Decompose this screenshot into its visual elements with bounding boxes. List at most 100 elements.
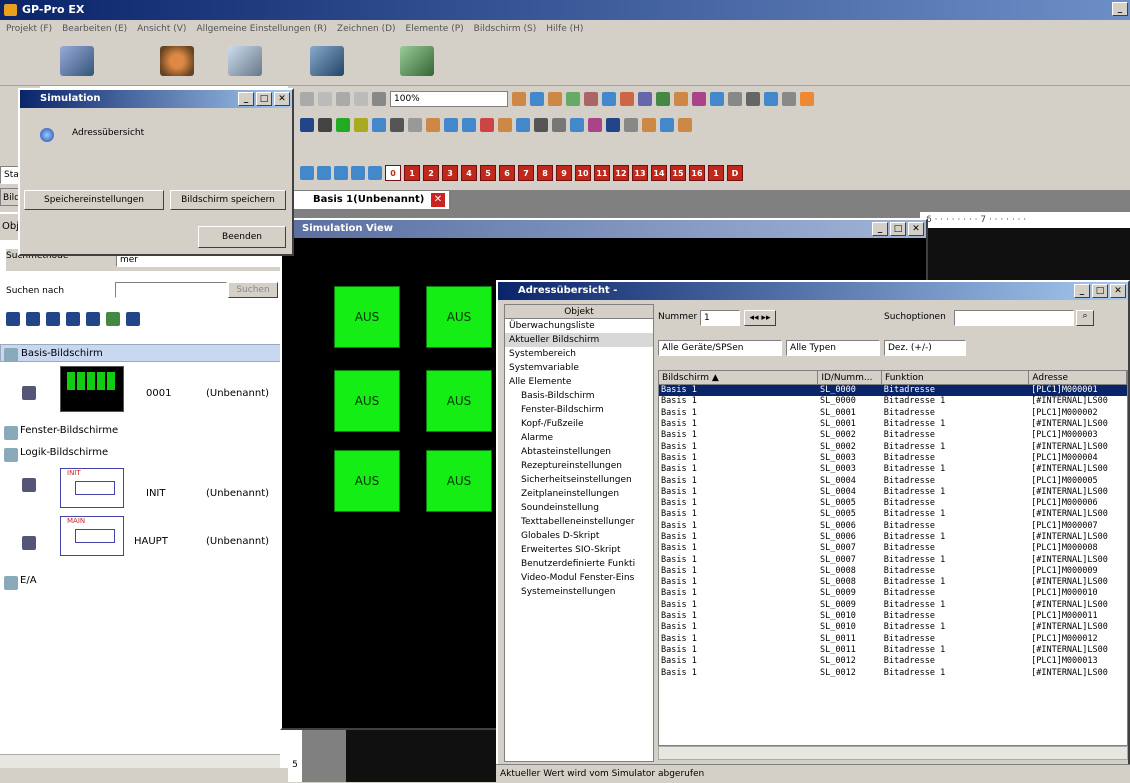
undo-icon[interactable] (354, 92, 368, 106)
menu-item[interactable]: Allgemeine Einstellungen (R) (196, 20, 326, 38)
type-filter-select[interactable]: Alle Typen (786, 340, 880, 356)
parts-icon[interactable] (552, 118, 566, 132)
bottom-tabs[interactable] (0, 768, 288, 782)
table-row[interactable]: Basis 1 SL_0002 Bitadresse 1 [#INTERNAL]LS0… (659, 441, 1127, 452)
parts-icon[interactable] (570, 118, 584, 132)
object-list-item[interactable]: Kopf-/Fußzeile (505, 417, 653, 431)
draw-tool-icon[interactable] (674, 92, 688, 106)
parts-icon[interactable] (444, 118, 458, 132)
search-button[interactable]: Suchen (228, 282, 278, 298)
object-list-item[interactable]: Basis-Bildschirm (505, 389, 653, 403)
draw-tool-icon[interactable] (746, 92, 760, 106)
object-list-item[interactable]: Alarme (505, 431, 653, 445)
nummer-input[interactable]: 1 (700, 310, 740, 326)
draw-tool-icon[interactable] (692, 92, 706, 106)
object-list-item[interactable]: Systemeinstellungen (505, 585, 653, 599)
object-list-item[interactable]: Zeitplaneinstellungen (505, 487, 653, 501)
minimize-button[interactable]: _ (1074, 284, 1090, 298)
menu-item[interactable]: Zeichnen (D) (337, 20, 396, 38)
aus-switch[interactable]: AUS (426, 370, 492, 432)
screen-number-button[interactable]: 8 (537, 165, 553, 181)
draw-tool-icon[interactable] (602, 92, 616, 106)
draw-tool-icon[interactable] (710, 92, 724, 106)
table-row[interactable]: Basis 1 SL_0005 Bitadresse 1 [#INTERNAL]LS0… (659, 509, 1127, 520)
tree-basis[interactable]: Basis-Bildschirm (0, 344, 288, 362)
draw-tool-icon[interactable] (620, 92, 634, 106)
parts-icon[interactable] (642, 118, 656, 132)
transfer-icon[interactable] (310, 46, 344, 76)
screen-number-button[interactable]: 0 (385, 165, 401, 181)
table-row[interactable]: Basis 1 SL_0005 Bitadresse [PLC1]M000006 (659, 498, 1127, 509)
table-horizontal-scrollbar[interactable] (658, 746, 1128, 760)
parts-icon[interactable] (624, 118, 638, 132)
parts-icon[interactable] (498, 118, 512, 132)
screen-number-button[interactable]: 1 (404, 165, 420, 181)
aus-switch[interactable]: AUS (334, 370, 400, 432)
tree-fenster[interactable]: Fenster-Bildschirme (0, 422, 118, 440)
canvas-editor[interactable] (928, 228, 1130, 288)
paint-icon[interactable] (160, 46, 194, 76)
table-row[interactable]: Basis 1 SL_0002 Bitadresse [PLC1]M000003 (659, 430, 1127, 441)
table-row[interactable]: Basis 1 SL_0008 Bitadresse [PLC1]M000009 (659, 566, 1127, 577)
table-row[interactable]: Basis 1 SL_0011 Bitadresse 1 [#INTERNAL]LS0… (659, 645, 1127, 656)
table-row[interactable]: Basis 1 SL_0012 Bitadresse 1 [#INTERNAL]LS0… (659, 667, 1127, 678)
object-list-item[interactable]: Aktueller Bildschirm (505, 333, 653, 347)
object-list-item[interactable]: Überwachungsliste (505, 319, 653, 333)
screen-icon[interactable] (334, 166, 348, 180)
table-row[interactable]: Basis 1 SL_0000 Bitadresse [PLC1]M000001 (659, 385, 1127, 397)
draw-tool-icon[interactable] (638, 92, 652, 106)
aus-switch[interactable]: AUS (426, 450, 492, 512)
screen-number-button[interactable]: 6 (499, 165, 515, 181)
document-tab[interactable]: Basis 1(Unbenannt) ✕ (292, 190, 450, 210)
aus-switch[interactable]: AUS (426, 286, 492, 348)
menu-item[interactable]: Bildschirm (S) (474, 20, 537, 38)
table-row[interactable]: Basis 1 SL_0004 Bitadresse [PLC1]M000005 (659, 475, 1127, 486)
screen-icon[interactable] (351, 166, 365, 180)
draw-tool-icon[interactable] (566, 92, 580, 106)
table-row[interactable]: Basis 1 SL_0000 Bitadresse 1 [#INTERNAL]LS0… (659, 396, 1127, 407)
table-row[interactable]: Basis 1 SL_0004 Bitadresse 1 [#INTERNAL]LS0… (659, 487, 1127, 498)
object-list-item[interactable]: Sicherheitseinstellungen (505, 473, 653, 487)
column-header[interactable]: Bildschirm ▲ (659, 371, 819, 384)
menu-item[interactable]: Ansicht (V) (137, 20, 186, 38)
simulation-icon[interactable] (400, 46, 434, 76)
parts-icon[interactable] (606, 118, 620, 132)
memory-settings-button[interactable]: Speichereinstellungen (24, 190, 164, 210)
zoom-select[interactable]: 100% (390, 91, 508, 107)
screen-number-button[interactable]: 3 (442, 165, 458, 181)
duplicate-icon[interactable] (46, 312, 60, 326)
screen-number-button[interactable]: 15 (670, 165, 686, 181)
cut-icon[interactable] (300, 92, 314, 106)
tree-icon[interactable] (126, 312, 140, 326)
parts-icon[interactable] (426, 118, 440, 132)
parts-icon[interactable] (660, 118, 674, 132)
close-button[interactable]: ✕ (908, 222, 924, 236)
screen-number-button[interactable]: 13 (632, 165, 648, 181)
column-header[interactable]: Funktion (882, 371, 1030, 384)
maximize-button[interactable]: □ (256, 92, 272, 106)
exit-button[interactable]: Beenden (198, 226, 286, 248)
object-list-item[interactable]: Benutzerdefinierte Funkti (505, 557, 653, 571)
object-list-item[interactable]: Rezeptureinstellungen (505, 459, 653, 473)
nav-arrows-button[interactable]: ◂◂ ▸▸ (744, 310, 776, 326)
parts-icon[interactable] (318, 118, 332, 132)
object-list-item[interactable]: Alle Elemente (505, 375, 653, 389)
parts-icon[interactable] (408, 118, 422, 132)
minimize-button[interactable]: _ (238, 92, 254, 106)
draw-tool-icon[interactable] (728, 92, 742, 106)
table-row[interactable]: Basis 1 SL_0008 Bitadresse 1 [#INTERNAL]LS0… (659, 577, 1127, 588)
draw-tool-icon[interactable] (584, 92, 598, 106)
copy-icon[interactable] (26, 312, 40, 326)
close-button[interactable]: ✕ (1110, 284, 1126, 298)
screen-number-button[interactable]: 5 (480, 165, 496, 181)
menu-item[interactable]: Bearbeiten (E) (62, 20, 127, 38)
screen-number-button[interactable]: 10 (575, 165, 591, 181)
screen-icon[interactable] (368, 166, 382, 180)
screen-number-button[interactable]: 12 (613, 165, 629, 181)
screen-number-button[interactable]: 16 (689, 165, 705, 181)
screen-number-button[interactable]: 9 (556, 165, 572, 181)
table-row[interactable]: Basis 1 SL_0007 Bitadresse [PLC1]M000008 (659, 543, 1127, 554)
screen-icon[interactable] (300, 166, 314, 180)
table-row[interactable]: Basis 1 SL_0010 Bitadresse [PLC1]M000011 (659, 611, 1127, 622)
tree-logik[interactable]: Logik-Bildschirme (0, 444, 108, 462)
